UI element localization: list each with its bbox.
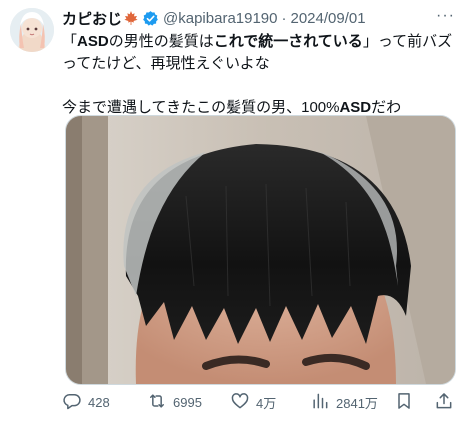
tweet-photo[interactable] (65, 115, 456, 385)
bookmark-icon (394, 391, 414, 414)
reply-count: 428 (88, 394, 110, 410)
views-icon (310, 391, 330, 414)
like-button[interactable]: 4万 (230, 388, 276, 416)
author-avatar[interactable] (10, 8, 54, 52)
separator-dot: · (281, 9, 287, 27)
tweet-line-2: ってたけど、再現性えぐいよな (62, 55, 270, 72)
reply-button[interactable]: 428 (62, 388, 110, 416)
share-button[interactable] (434, 388, 454, 416)
reply-icon (62, 391, 82, 414)
tweet-header: カピおじ @kapibara19190 · 2024/09/01 ··· (62, 7, 455, 29)
views-count: 2841万 (336, 395, 378, 411)
like-count: 4万 (256, 395, 277, 411)
tweet-text: 「ASDの男性の髪質はこれで統一されている」って前バズ ってたけど、再現性えぐい… (62, 31, 457, 119)
more-options-icon[interactable]: ··· (436, 7, 455, 25)
maple-leaf-icon (123, 10, 139, 26)
bookmark-button[interactable] (394, 388, 414, 416)
tweet-line-1: 「ASDの男性の髪質はこれで統一されている」って前バズ (62, 33, 453, 50)
author-name[interactable]: カピおじ (62, 8, 122, 29)
repost-button[interactable]: 6995 (147, 388, 202, 416)
verified-badge-icon (142, 10, 159, 27)
like-icon (230, 391, 250, 414)
tweet-date[interactable]: 2024/09/01 (291, 10, 366, 27)
repost-count: 6995 (173, 394, 202, 410)
author-handle[interactable]: @kapibara19190 (163, 10, 277, 27)
repost-icon (147, 391, 167, 414)
share-icon (434, 391, 454, 414)
tweet-actions: 428 6995 4万 2841万 (62, 388, 460, 416)
views-button[interactable]: 2841万 (310, 388, 378, 416)
